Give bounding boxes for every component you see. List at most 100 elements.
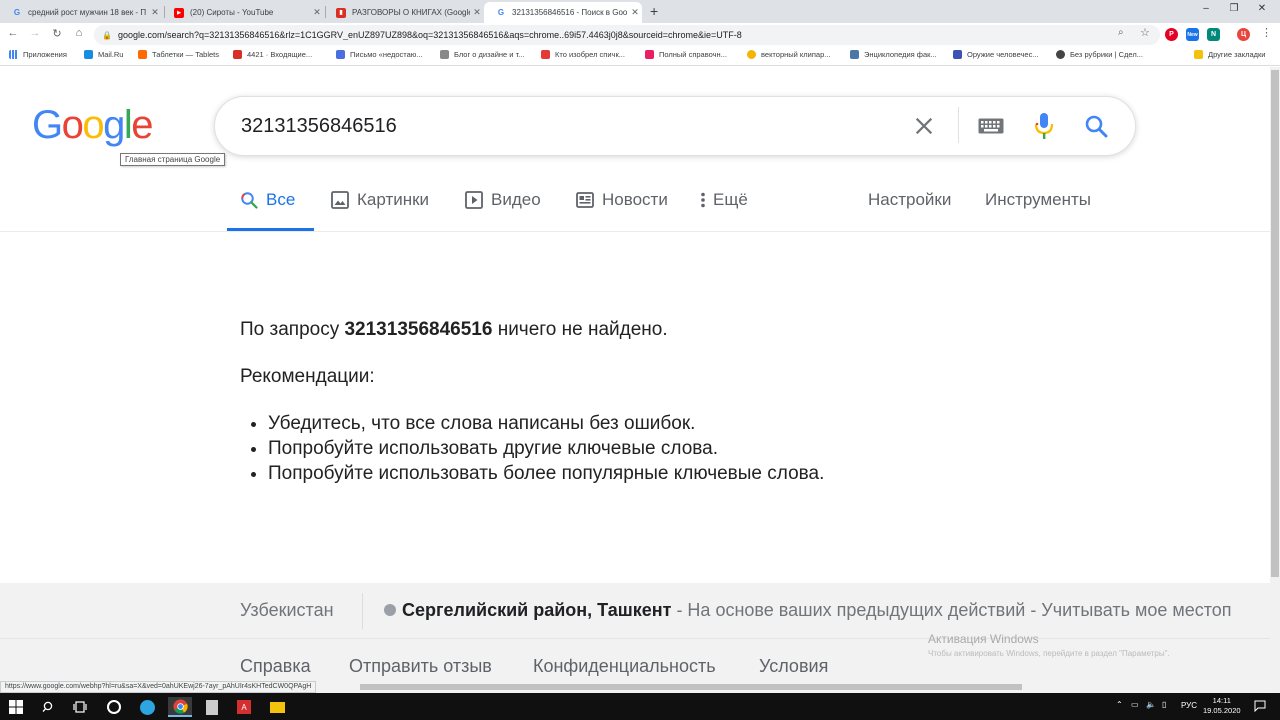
profile-avatar[interactable]: Ц xyxy=(1237,28,1250,41)
google-favicon-icon: G xyxy=(497,8,505,17)
close-tab-icon[interactable]: ✕ xyxy=(470,7,484,18)
minimize-window-button[interactable]: – xyxy=(1196,3,1216,14)
search-icon xyxy=(240,191,258,209)
close-window-button[interactable]: ✕ xyxy=(1252,3,1272,14)
bookmark-item[interactable]: Энциклопедия фак... xyxy=(850,50,937,59)
windows-activation-subtitle: Чтобы активировать Windows, перейдите в … xyxy=(928,649,1170,658)
app-icon-1[interactable] xyxy=(104,697,124,717)
close-tab-icon[interactable]: ✕ xyxy=(148,7,162,18)
tray-up-arrow-icon[interactable]: ⌃ xyxy=(1116,700,1123,709)
no-results-query: 32131356846516 xyxy=(344,319,493,340)
google-logo[interactable]: Google xyxy=(32,103,153,148)
yellow-site-icon xyxy=(747,50,756,59)
n-extension-icon[interactable]: N xyxy=(1207,28,1220,41)
address-bar[interactable]: 🔒 google.com/search?q=32131356846516&rlz… xyxy=(94,25,1160,45)
microphone-icon[interactable] xyxy=(1029,111,1059,141)
lock-icon: 🔒 xyxy=(102,30,112,40)
home-icon[interactable]: ⌂ xyxy=(72,27,86,39)
footer-feedback-link[interactable]: Отправить отзыв xyxy=(349,656,492,677)
tab-tools[interactable]: Инструменты xyxy=(985,190,1091,210)
search-icon[interactable] xyxy=(38,697,58,717)
chrome-taskbar-icon[interactable] xyxy=(168,697,192,717)
search-tabs: Все Картинки Видео Новости Ещё Настройки… xyxy=(0,176,1270,232)
location-dot-icon xyxy=(384,604,396,616)
bookmark-item[interactable]: Без рубрики | Сдел... xyxy=(1056,50,1143,59)
news-icon xyxy=(576,192,594,208)
tab-label: Ещё xyxy=(713,190,748,209)
bookmark-item[interactable]: Таблетки — Tablets xyxy=(138,50,219,59)
network-icon[interactable]: ▭ xyxy=(1131,700,1139,709)
new-extension-icon[interactable]: New xyxy=(1186,28,1199,41)
telegram-icon[interactable] xyxy=(137,697,157,717)
back-arrow-icon[interactable]: ← xyxy=(6,27,20,39)
tab-video[interactable]: Видео xyxy=(465,190,541,210)
bookmark-item[interactable]: Блог о дизайне и т... xyxy=(440,50,524,59)
footer-help-link[interactable]: Справка xyxy=(240,656,311,677)
tab-news[interactable]: Новости xyxy=(576,190,668,210)
bookmark-item[interactable]: Mail.Ru xyxy=(84,50,123,59)
volume-icon[interactable]: 🔈 xyxy=(1146,700,1156,709)
maximize-window-button[interactable]: ❐ xyxy=(1224,3,1244,14)
keyboard-icon[interactable] xyxy=(976,111,1006,141)
browser-tab-1[interactable]: G средний рост мужчин 18 век - П ✕ xyxy=(0,2,162,23)
bookmark-item[interactable]: 4421 · Входящие... xyxy=(233,50,312,59)
bookmark-other[interactable]: Другие закладки xyxy=(1194,50,1265,59)
battery-icon[interactable]: ▯ xyxy=(1162,700,1166,709)
tab-settings[interactable]: Настройки xyxy=(868,190,951,210)
bookmark-item[interactable]: Письмо «недостаю... xyxy=(336,50,423,59)
search-divider xyxy=(958,107,959,143)
bookmark-item[interactable]: Кто изобрел спичк... xyxy=(541,50,625,59)
browser-tab-3[interactable]: ▮ РАЗГОВОРЫ О КНИГАХ (Google ✕ xyxy=(324,2,484,23)
windows-start-icon[interactable] xyxy=(6,697,26,717)
vertical-scrollbar-thumb[interactable] xyxy=(1271,70,1279,577)
telegram-circle-icon xyxy=(139,699,155,715)
tab-all[interactable]: Все xyxy=(240,190,295,210)
taskbar-clock[interactable]: 14:11 19.05.2020 xyxy=(1203,696,1241,716)
footer-privacy-link[interactable]: Конфиденциальность xyxy=(533,656,716,677)
bookmark-item[interactable]: векторный клипар... xyxy=(747,50,831,59)
letter-icon xyxy=(336,50,345,59)
footer-location-bar: Узбекистан Сергелийский район, Ташкент -… xyxy=(0,583,1270,639)
new-tab-button[interactable]: + xyxy=(650,3,658,19)
search-input[interactable] xyxy=(241,111,881,141)
tab-more[interactable]: Ещё xyxy=(700,190,748,210)
youtube-favicon-icon: ▶ xyxy=(174,7,184,18)
horizontal-scrollbar[interactable] xyxy=(360,684,1022,690)
tab-images[interactable]: Картинки xyxy=(331,190,429,210)
active-tab-indicator xyxy=(227,228,314,231)
bookmark-star-icon[interactable]: ☆ xyxy=(1140,26,1150,39)
browser-tab-active[interactable]: G 32131356846516 - Поиск в Goo ✕ xyxy=(484,2,642,23)
pinterest-extension-icon[interactable]: P xyxy=(1165,28,1178,41)
close-tab-icon[interactable]: ✕ xyxy=(310,7,324,18)
list-item: Убедитесь, что все слова написаны без ош… xyxy=(268,411,824,436)
reload-icon[interactable]: ↻ xyxy=(50,27,64,40)
footer-divider xyxy=(362,593,363,629)
tab-label: Картинки xyxy=(357,190,430,209)
task-view-icon[interactable] xyxy=(70,697,90,717)
calculator-icon[interactable] xyxy=(202,697,222,717)
menu-kebab-icon[interactable]: ⋮ xyxy=(1261,26,1272,39)
clock-time: 14:11 xyxy=(1212,696,1231,705)
file-explorer-icon[interactable] xyxy=(267,697,287,717)
footer-terms-link[interactable]: Условия xyxy=(759,656,828,677)
tab-label: Новости xyxy=(602,190,668,209)
bookmark-label: Блог о дизайне и т... xyxy=(454,50,525,59)
browser-tab-2[interactable]: ▶ (20) Сироты - YouTube ✕ xyxy=(162,2,324,23)
bookmark-apps[interactable]: Приложения xyxy=(9,50,67,59)
clock-date: 19.05.2020 xyxy=(1203,706,1241,715)
acrobat-icon[interactable]: A xyxy=(234,697,254,717)
location-note[interactable]: - На основе ваших предыдущих действий - … xyxy=(671,600,1231,620)
bookmark-item[interactable]: Полный справочн... xyxy=(645,50,727,59)
notification-icon[interactable] xyxy=(1254,699,1266,717)
tab-strip: G средний рост мужчин 18 век - П ✕ ▶ (20… xyxy=(0,0,1280,23)
recommendations-title: Рекомендации: xyxy=(240,366,375,387)
search-icon[interactable] xyxy=(1081,111,1111,141)
bookmark-label: векторный клипар... xyxy=(761,50,831,59)
bookmark-item[interactable]: Оружие человечес... xyxy=(953,50,1039,59)
bookmark-label: Mail.Ru xyxy=(98,50,124,59)
clear-search-icon[interactable] xyxy=(909,111,939,141)
close-tab-icon[interactable]: ✕ xyxy=(628,7,642,18)
forward-arrow-icon[interactable]: → xyxy=(28,27,42,39)
input-language[interactable]: РУС xyxy=(1181,701,1197,710)
zoom-icon[interactable]: ⌕ xyxy=(1118,27,1124,38)
